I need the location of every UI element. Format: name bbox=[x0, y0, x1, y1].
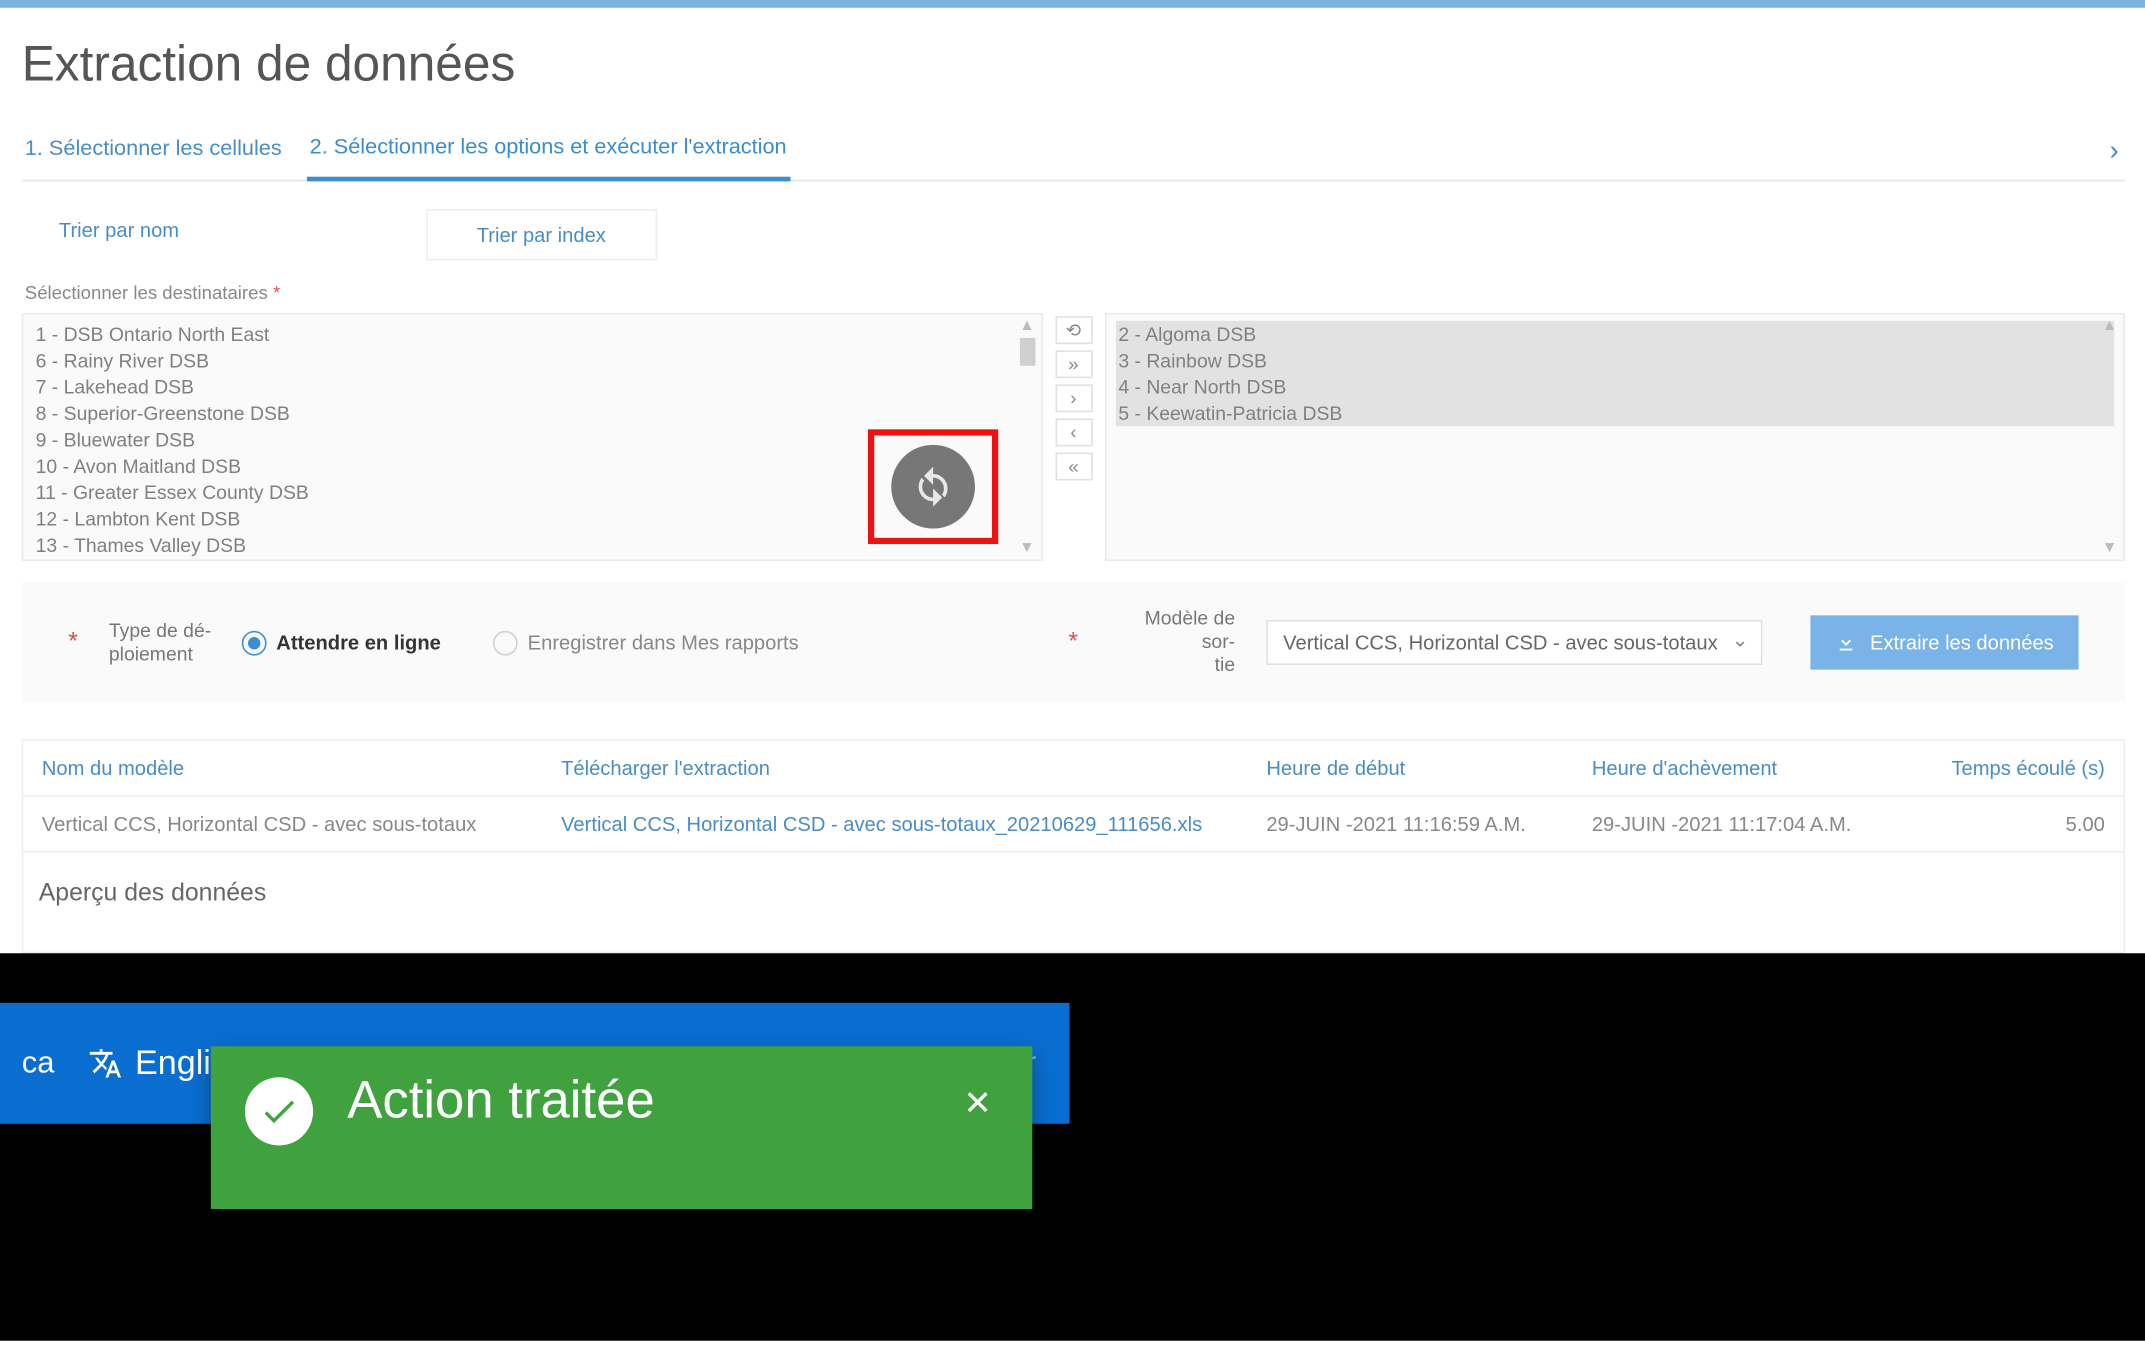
col-download[interactable]: Télécharger l'extraction bbox=[543, 741, 1248, 795]
extract-data-button[interactable]: Extraire les données bbox=[1811, 615, 2078, 669]
radio-save-reports[interactable]: Enregistrer dans Mes rapports bbox=[494, 630, 799, 655]
col-end[interactable]: Heure d'achèvement bbox=[1573, 741, 1883, 795]
move-right-button[interactable]: › bbox=[1055, 384, 1092, 412]
results-table: Nom du modèle Télécharger l'extraction H… bbox=[22, 739, 2125, 852]
list-item[interactable]: 5 - Keewatin-Patricia DSB bbox=[1115, 400, 2114, 426]
refresh-button[interactable] bbox=[891, 445, 975, 529]
selected-listbox[interactable]: 2 - Algoma DSB 3 - Rainbow DSB 4 - Near … bbox=[1104, 313, 2125, 561]
list-item[interactable]: 14 - Toronto DSB bbox=[33, 558, 1032, 561]
radio-dot-icon bbox=[242, 630, 267, 655]
toast-message: Action traitée bbox=[347, 1071, 923, 1131]
radio-wait-online[interactable]: Attendre en ligne bbox=[242, 630, 441, 655]
required-asterisk: * bbox=[68, 629, 78, 657]
recipients-label-text: Sélectionner les destinataires bbox=[25, 282, 268, 304]
list-item[interactable]: 8 - Superior-Greenstone DSB bbox=[33, 400, 1032, 426]
move-buttons: ⟲ » › ‹ « bbox=[1055, 313, 1092, 561]
cell-download-link[interactable]: Vertical CCS, Horizontal CSD - avec sous… bbox=[543, 797, 1248, 851]
list-item[interactable]: 3 - Rainbow DSB bbox=[1115, 347, 2114, 373]
table-header-row: Nom du modèle Télécharger l'extraction H… bbox=[23, 741, 2123, 797]
dual-list-picker: 1 - DSB Ontario North East 6 - Rainy Riv… bbox=[22, 313, 2125, 561]
col-start[interactable]: Heure de début bbox=[1248, 741, 1574, 795]
move-all-left-button[interactable]: « bbox=[1055, 453, 1092, 481]
required-asterisk: * bbox=[1068, 629, 1078, 657]
output-model-label: Modèle de sor- tie bbox=[1127, 608, 1236, 678]
recipients-label: Sélectionner les destinataires * bbox=[22, 276, 2125, 313]
radio-label: Attendre en ligne bbox=[276, 631, 441, 654]
deploy-type-label: Type de dé- ploiement bbox=[109, 619, 211, 666]
list-item[interactable]: 2 - Algoma DSB bbox=[1115, 321, 2114, 347]
list-item[interactable]: 1 - DSB Ontario North East bbox=[33, 321, 1032, 347]
move-left-button[interactable]: ‹ bbox=[1055, 419, 1092, 447]
scrollbar[interactable]: ▲▼ bbox=[1016, 318, 1038, 557]
extract-button-label: Extraire les données bbox=[1870, 631, 2054, 654]
translate-icon bbox=[89, 1046, 123, 1080]
download-icon bbox=[1836, 632, 1858, 654]
list-item[interactable]: 7 - Lakehead DSB bbox=[33, 374, 1032, 400]
wizard-tabs: 1. Sélectionner les cellules 2. Sélectio… bbox=[22, 121, 2125, 181]
radio-label: Enregistrer dans Mes rapports bbox=[528, 631, 799, 654]
cell-start: 29-JUIN -2021 11:16:59 A.M. bbox=[1248, 797, 1574, 851]
page-title: Extraction de données bbox=[22, 36, 2125, 93]
window-top-accent bbox=[0, 0, 2145, 8]
data-preview-heading: Aperçu des données bbox=[22, 853, 2125, 954]
move-all-right-button[interactable]: » bbox=[1055, 350, 1092, 378]
tab-select-options[interactable]: 2. Sélectionner les options et exécuter … bbox=[307, 121, 790, 181]
nav-domain-text: ca bbox=[22, 1045, 55, 1081]
scrollbar[interactable]: ▲▼ bbox=[2099, 318, 2121, 557]
deployment-options-row: * Type de dé- ploiement Attendre en lign… bbox=[22, 583, 2125, 702]
secondary-panel-black-bg: ca English Accueil Portail ? Aide Se déc… bbox=[0, 953, 2145, 1341]
select-value: Vertical CCS, Horizontal CSD - avec sous… bbox=[1283, 631, 1718, 654]
cell-end: 29-JUIN -2021 11:17:04 A.M. bbox=[1573, 797, 1883, 851]
check-icon bbox=[245, 1077, 313, 1145]
sort-controls: Trier par nom Trier par index bbox=[22, 209, 2125, 276]
col-elapsed[interactable]: Temps écoulé (s) bbox=[1883, 741, 2123, 795]
success-toast: Action traitée ✕ bbox=[211, 1046, 1032, 1209]
list-item[interactable]: 6 - Rainy River DSB bbox=[33, 347, 1032, 373]
list-item[interactable]: 4 - Near North DSB bbox=[1115, 374, 2114, 400]
move-reset-button[interactable]: ⟲ bbox=[1055, 316, 1092, 344]
page-main: Extraction de données 1. Sélectionner le… bbox=[0, 8, 2145, 954]
sort-by-name-link[interactable]: Trier par nom bbox=[37, 209, 201, 260]
table-row: Vertical CCS, Horizontal CSD - avec sous… bbox=[23, 797, 2123, 851]
required-asterisk: * bbox=[273, 282, 280, 304]
radio-dot-icon bbox=[494, 630, 519, 655]
sort-by-index-button[interactable]: Trier par index bbox=[426, 209, 657, 260]
toast-close-button[interactable]: ✕ bbox=[957, 1077, 998, 1130]
cell-elapsed: 5.00 bbox=[1883, 797, 2123, 851]
refresh-icon bbox=[911, 465, 954, 508]
cell-model-name: Vertical CCS, Horizontal CSD - avec sous… bbox=[23, 797, 542, 851]
output-model-select[interactable]: Vertical CCS, Horizontal CSD - avec sous… bbox=[1266, 620, 1763, 665]
tab-select-cells[interactable]: 1. Sélectionner les cellules bbox=[22, 122, 285, 178]
refresh-highlight-box bbox=[868, 429, 998, 544]
tab-next-arrow-icon[interactable]: › bbox=[2110, 134, 2126, 167]
col-model-name[interactable]: Nom du modèle bbox=[23, 741, 542, 795]
